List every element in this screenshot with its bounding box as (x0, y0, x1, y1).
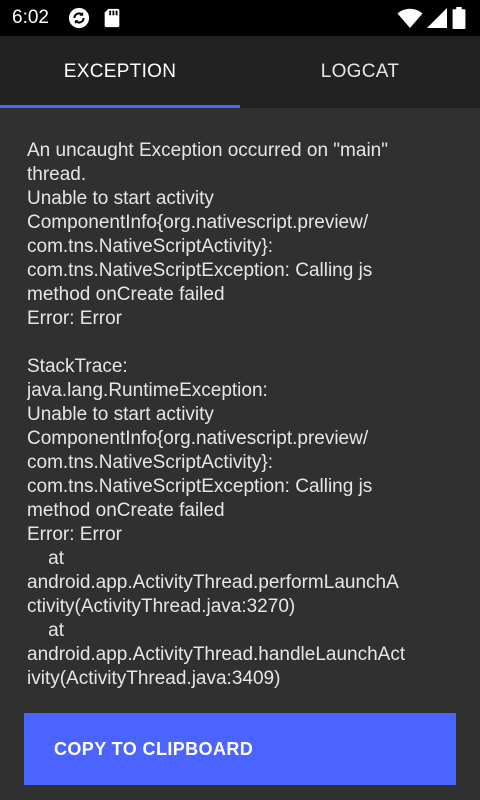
tab-logcat[interactable]: LOGCAT (240, 36, 480, 108)
tab-exception[interactable]: EXCEPTION (0, 36, 240, 108)
copy-to-clipboard-button[interactable]: COPY TO CLIPBOARD (24, 713, 456, 785)
signal-icon (426, 7, 448, 29)
tab-logcat-label: LOGCAT (320, 61, 400, 82)
wifi-icon (397, 7, 423, 29)
sd-card-icon (102, 7, 122, 29)
sync-icon (68, 7, 90, 29)
exception-screen: 6:02 EXCEPTION LOGCAT An uncaught Except… (0, 0, 480, 800)
tab-bar: EXCEPTION LOGCAT (0, 36, 480, 108)
battery-icon (452, 7, 466, 29)
exception-text[interactable]: An uncaught Exception occurred on "main"… (27, 139, 457, 699)
status-bar: 6:02 (0, 0, 480, 36)
status-time: 6:02 (12, 7, 49, 28)
tab-exception-label: EXCEPTION (63, 61, 177, 82)
active-tab-indicator (0, 105, 240, 108)
